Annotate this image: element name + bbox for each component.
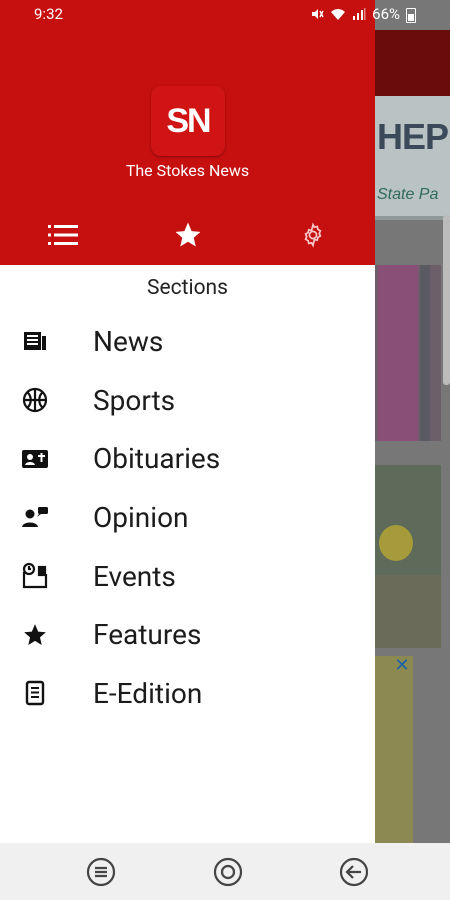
status-time: 9:32 bbox=[34, 5, 63, 23]
menu-item-label: Sports bbox=[93, 383, 176, 417]
wifi-icon bbox=[331, 9, 346, 20]
sections-menu: News Sports Obituaries Opinion Events Fe… bbox=[0, 312, 375, 723]
background-ad bbox=[375, 656, 413, 843]
recent-apps-button[interactable] bbox=[85, 856, 117, 888]
brand-name: The Stokes News bbox=[125, 161, 250, 180]
menu-item-features[interactable]: Features bbox=[0, 605, 375, 664]
menu-item-sports[interactable]: Sports bbox=[0, 371, 375, 430]
app-logo: SN bbox=[151, 86, 225, 156]
menu-item-label: Obituaries bbox=[93, 442, 221, 476]
signal-icon bbox=[353, 8, 366, 20]
mute-icon bbox=[312, 9, 324, 19]
contact-card-icon bbox=[21, 445, 49, 473]
menu-item-label: Opinion bbox=[93, 500, 189, 534]
menu-item-e-edition[interactable]: E-Edition bbox=[0, 664, 375, 723]
banner-text: HEPE bbox=[377, 116, 450, 157]
drawer-header: SN The Stokes News bbox=[0, 0, 375, 265]
menu-item-obituaries[interactable]: Obituaries bbox=[0, 429, 375, 488]
background-image-ducks bbox=[375, 465, 441, 648]
back-arrow-icon bbox=[339, 857, 369, 887]
ad-close-icon: ✕ bbox=[394, 655, 410, 676]
home-icon bbox=[213, 857, 243, 887]
battery-percent: 66% bbox=[372, 5, 400, 23]
menu-item-news[interactable]: News bbox=[0, 312, 375, 371]
menu-item-label: Features bbox=[93, 618, 202, 652]
list-icon bbox=[48, 225, 78, 245]
people-chat-icon bbox=[21, 503, 49, 531]
banner-subtext: State Pa bbox=[377, 186, 439, 203]
recent-apps-icon bbox=[86, 857, 116, 887]
home-button[interactable] bbox=[212, 856, 244, 888]
back-button[interactable] bbox=[338, 856, 370, 888]
background-image-slide bbox=[375, 265, 441, 441]
tab-settings[interactable] bbox=[293, 215, 333, 255]
menu-item-events[interactable]: Events bbox=[0, 547, 375, 606]
navigation-drawer: SN The Stokes News Sections News Sports … bbox=[0, 0, 375, 843]
menu-item-label: News bbox=[93, 324, 164, 358]
tab-sections[interactable] bbox=[43, 215, 83, 255]
menu-item-opinion[interactable]: Opinion bbox=[0, 488, 375, 547]
event-clock-icon bbox=[21, 562, 49, 590]
menu-item-label: E-Edition bbox=[93, 676, 203, 710]
document-icon bbox=[21, 679, 49, 707]
scroll-indicator bbox=[443, 215, 450, 385]
newspaper-icon bbox=[21, 327, 49, 355]
system-nav-bar bbox=[0, 843, 450, 900]
drawer-tabs bbox=[0, 215, 375, 255]
sections-title: Sections bbox=[147, 276, 228, 300]
tab-favorites[interactable] bbox=[168, 215, 208, 255]
menu-item-label: Events bbox=[93, 559, 176, 593]
background-image-banner: HEPE State Pa bbox=[375, 96, 450, 220]
basketball-icon bbox=[21, 386, 49, 414]
gear-icon bbox=[304, 222, 322, 248]
status-icons: 66% bbox=[310, 5, 416, 23]
status-bar: 9:32 66% bbox=[0, 0, 450, 30]
star-icon bbox=[175, 222, 201, 247]
battery-icon bbox=[406, 7, 416, 23]
star-icon bbox=[21, 621, 49, 649]
